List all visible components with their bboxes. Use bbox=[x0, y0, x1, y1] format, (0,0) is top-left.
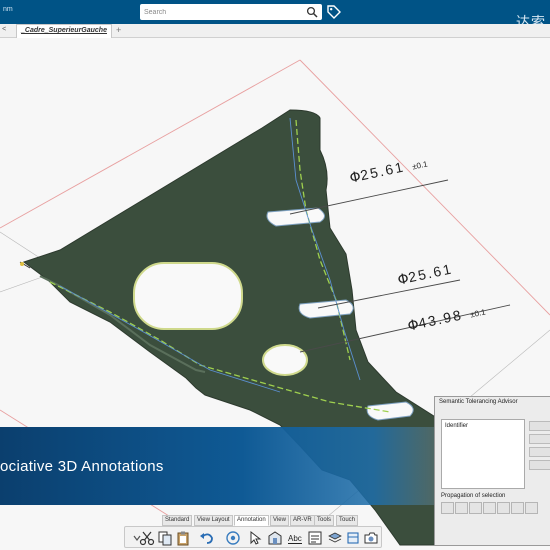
top-bar: nm 达索 bbox=[0, 0, 550, 30]
brand-fragment: nm bbox=[3, 6, 13, 13]
tab-standard[interactable]: Standard bbox=[162, 515, 193, 526]
round-hole[interactable] bbox=[262, 344, 308, 376]
tab-view-layout[interactable]: View Layout bbox=[194, 515, 233, 526]
cut-icon[interactable] bbox=[139, 530, 155, 546]
panel-title: Semantic Tolerancing Advisor bbox=[439, 399, 518, 405]
propagation-option-2[interactable] bbox=[455, 502, 468, 514]
sheet-icon[interactable] bbox=[345, 530, 361, 546]
chevron-down-icon[interactable] bbox=[129, 530, 141, 546]
propagation-option-5[interactable] bbox=[497, 502, 510, 514]
layer-icon[interactable] bbox=[327, 530, 343, 546]
tab-tools[interactable]: Tools bbox=[314, 515, 335, 526]
search-input[interactable] bbox=[144, 6, 294, 18]
pointer-icon[interactable] bbox=[247, 530, 263, 546]
advisor-button-1[interactable] bbox=[529, 421, 550, 431]
identifier-column-header: Identifier bbox=[445, 423, 469, 429]
tab-label: _Cadre_SuperieurGauche bbox=[21, 27, 107, 34]
tab-touch[interactable]: Touch bbox=[336, 515, 359, 526]
copy-icon[interactable] bbox=[157, 530, 173, 546]
paste-icon[interactable] bbox=[175, 530, 191, 546]
dimension-tolerance: ±0.1 bbox=[411, 159, 429, 172]
advisor-button-4[interactable] bbox=[529, 460, 550, 470]
identifier-list[interactable]: Identifier bbox=[441, 419, 525, 489]
propagation-option-7[interactable] bbox=[525, 502, 538, 514]
svg-text:Abc: Abc bbox=[288, 534, 302, 543]
propagation-option-6[interactable] bbox=[511, 502, 524, 514]
propagation-option-3[interactable] bbox=[469, 502, 482, 514]
banner-title: ociative 3D Annotations bbox=[0, 458, 164, 475]
propagation-buttons bbox=[441, 501, 550, 515]
undo-icon[interactable] bbox=[199, 530, 215, 546]
advisor-button-3[interactable] bbox=[529, 447, 550, 457]
semantic-tolerancing-advisor-panel: Semantic Tolerancing Advisor Identifier … bbox=[434, 396, 550, 546]
tag-icon[interactable] bbox=[326, 4, 342, 20]
tab-ar-vr[interactable]: AR-VR bbox=[290, 515, 315, 526]
propagation-option-4[interactable] bbox=[483, 502, 496, 514]
advisor-button-2[interactable] bbox=[529, 434, 550, 444]
search-box[interactable] bbox=[140, 4, 322, 20]
tab-cadre-superieur-gauche[interactable]: _Cadre_SuperieurGauche bbox=[16, 24, 112, 38]
drawing-icon[interactable] bbox=[267, 530, 283, 546]
view-icon[interactable] bbox=[225, 530, 241, 546]
action-toolbar: Abc bbox=[124, 526, 382, 548]
propagation-option-1[interactable] bbox=[441, 502, 454, 514]
tab-view[interactable]: View bbox=[270, 515, 289, 526]
add-tab-button[interactable]: + bbox=[116, 25, 121, 35]
propagation-label: Propagation of selection bbox=[441, 493, 506, 499]
text-icon[interactable]: Abc bbox=[287, 530, 303, 546]
dimension-tolerance: ±0.1 bbox=[469, 307, 487, 320]
datum-icon[interactable] bbox=[307, 530, 323, 546]
tab-scroll-left[interactable]: < bbox=[2, 26, 6, 33]
tab-annotation[interactable]: Annotation bbox=[234, 515, 269, 526]
capture-icon[interactable] bbox=[363, 530, 379, 546]
document-tab-bar: < _Cadre_SuperieurGauche + bbox=[0, 24, 550, 38]
oblong-hole[interactable] bbox=[133, 262, 243, 330]
search-icon[interactable] bbox=[306, 6, 318, 18]
